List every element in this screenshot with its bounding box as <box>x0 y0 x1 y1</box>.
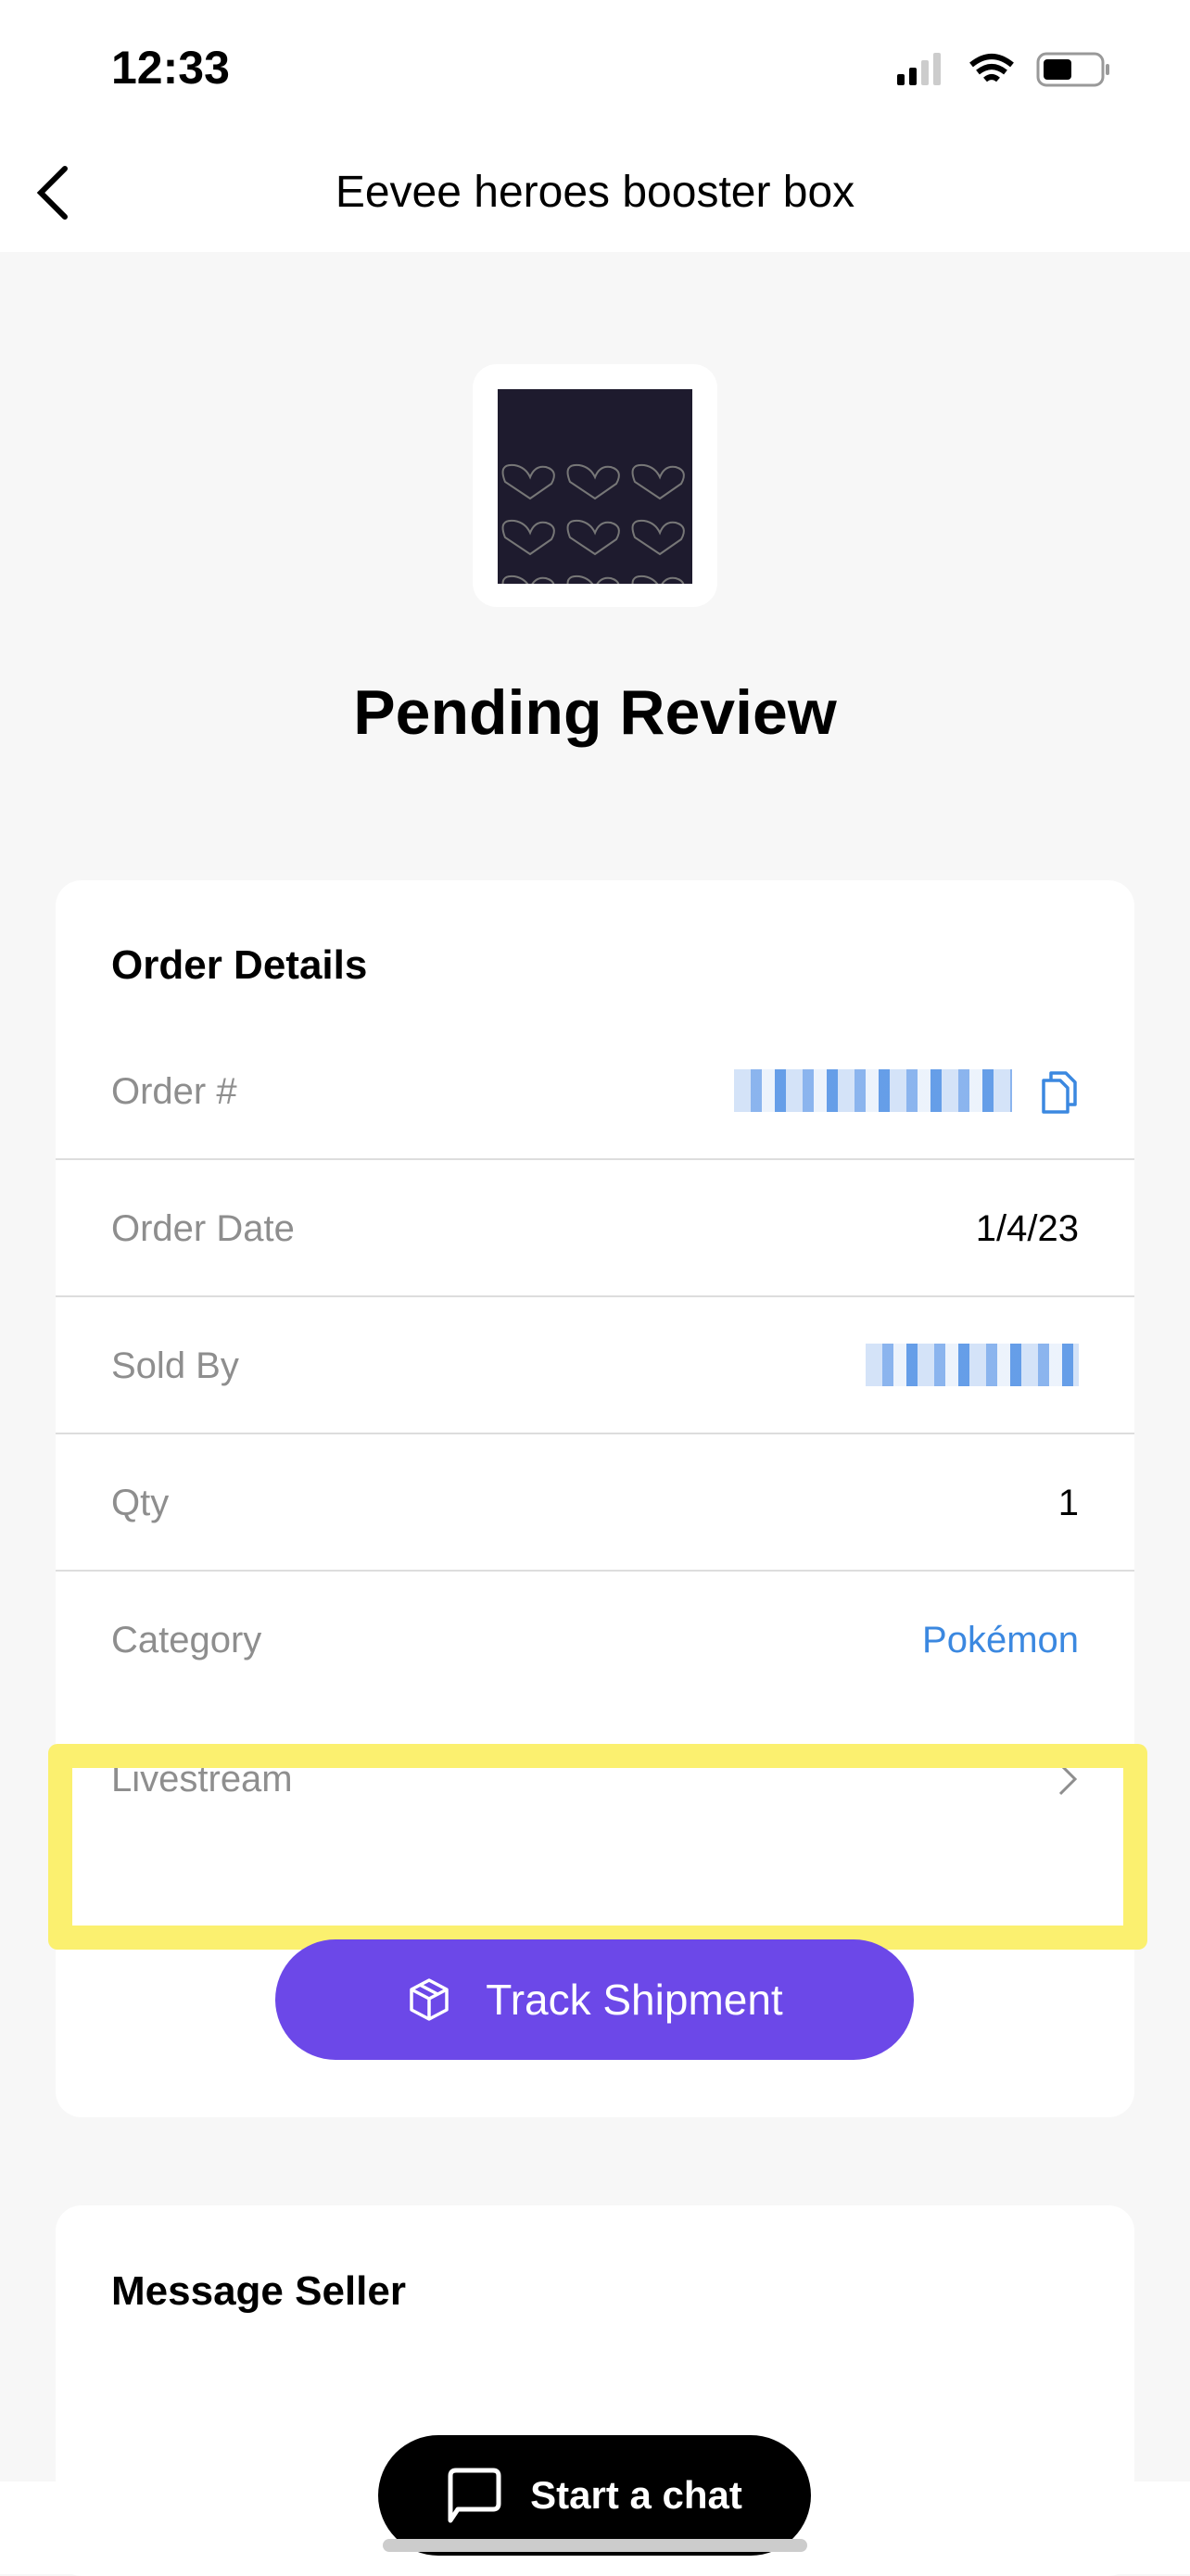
row-order-date: Order Date 1/4/23 <box>56 1160 1134 1297</box>
product-thumbnail <box>498 389 692 584</box>
row-order-number: Order # <box>56 1023 1134 1160</box>
home-indicator <box>383 2539 807 2552</box>
message-seller-heading: Message Seller <box>111 2268 406 2314</box>
package-icon <box>410 1978 449 2021</box>
order-number-redacted <box>734 1069 1012 1112</box>
start-chat-label: Start a chat <box>530 2473 742 2517</box>
row-value: 1 <box>1057 1483 1079 1523</box>
row-label: Order # <box>111 1071 237 1112</box>
signal-icon <box>897 53 941 85</box>
track-shipment-button[interactable]: Track Shipment <box>275 1939 914 2060</box>
row-label: Sold By <box>111 1345 239 1386</box>
chat-bubble-icon <box>448 2468 501 2523</box>
product-image <box>473 364 717 607</box>
wifi-icon <box>969 54 1014 82</box>
row-label: Qty <box>111 1483 170 1523</box>
status-time: 12:33 <box>111 42 230 94</box>
status-icons <box>897 52 1109 87</box>
track-shipment-label: Track Shipment <box>486 1976 783 2024</box>
seller-name-redacted[interactable] <box>866 1344 1079 1386</box>
start-chat-button[interactable]: Start a chat <box>378 2435 811 2556</box>
copy-icon[interactable] <box>1040 1069 1079 1116</box>
battery-icon <box>1036 52 1109 87</box>
category-link[interactable]: Pokémon <box>922 1572 1079 1709</box>
highlight-box <box>48 1744 1147 1950</box>
row-label: Order Date <box>111 1208 295 1249</box>
page-title: Eevee heroes booster box <box>335 168 855 217</box>
row-category: Category Pokémon <box>56 1572 1134 1709</box>
row-sold-by[interactable]: Sold By <box>56 1297 1134 1434</box>
order-details-heading: Order Details <box>111 942 368 988</box>
row-qty: Qty 1 <box>56 1434 1134 1572</box>
row-value: 1/4/23 <box>975 1208 1079 1249</box>
row-label: Category <box>111 1620 262 1661</box>
order-status-title: Pending Review <box>353 677 837 748</box>
